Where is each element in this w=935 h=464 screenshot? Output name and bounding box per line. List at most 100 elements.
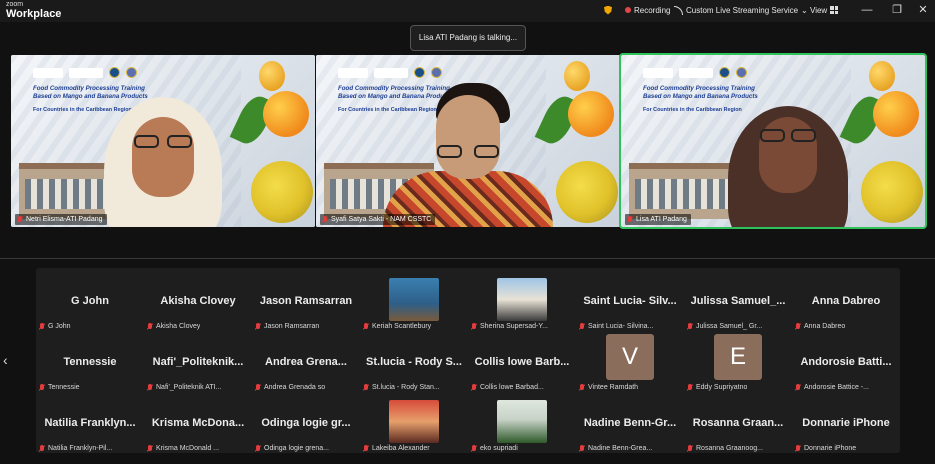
participant-tile[interactable]: Natilia Franklyn... Natilia Franklyn-Pil.… — [36, 394, 144, 455]
participant-display-name: G John — [71, 295, 109, 307]
participant-display-name: Krisma McDona... — [151, 417, 245, 429]
participant-tile[interactable]: Saint Lucia- Silv... Saint Lucia- Silvina… — [576, 272, 684, 333]
muted-mic-icon — [471, 384, 477, 391]
panel-divider[interactable] — [0, 258, 935, 259]
muted-mic-icon — [255, 384, 261, 391]
participant-name-text: Krisma McDonald ... — [156, 445, 220, 452]
participant-name-label: Nafi'_Politeknik ATI... — [147, 382, 221, 393]
participant-tile[interactable]: Akisha Clovey Akisha Clovey — [144, 272, 252, 333]
talking-indicator: Lisa ATI Padang is talking... — [410, 25, 526, 51]
slide-subtitle: For Countries in the Caribbean Region — [33, 107, 132, 113]
view-button[interactable]: View — [810, 4, 839, 16]
participant-video-thumbnail — [389, 278, 439, 321]
participant-tile[interactable]: Sherina Supersad-Y... — [468, 272, 576, 333]
participant-tile[interactable]: Nafi'_Politeknik... Nafi'_Politeknik ATI.… — [144, 333, 252, 394]
view-label: View — [810, 5, 828, 15]
participant-tile[interactable]: St.lucia - Rody S... St.lucia - Rody Stan… — [360, 333, 468, 394]
muted-mic-icon — [687, 445, 693, 452]
participant-display-name: Anna Dabreo — [811, 295, 881, 307]
minimize-button[interactable]: — — [860, 3, 874, 17]
participant-tile[interactable]: Rosanna Graan... Rosanna Graanoog... — [684, 394, 792, 455]
muted-mic-icon — [795, 384, 801, 391]
participant-tile[interactable]: Donnarie iPhone Donnarie iPhone — [792, 394, 900, 455]
muted-mic-icon — [322, 216, 328, 223]
speaker-tile-3-active[interactable]: Food Commodity Processing Training Based… — [619, 53, 927, 229]
participant-tile[interactable]: Anna Dabreo Anna Dabreo — [792, 272, 900, 333]
muted-mic-icon — [147, 384, 153, 391]
participant-tile[interactable]: eko supriadi — [468, 394, 576, 455]
participant-tile[interactable]: Collis lowe Barb... Collis lowe Barbad... — [468, 333, 576, 394]
speaker-name-label: Syafi Satya Sakti - NAM CSSTC — [320, 214, 436, 225]
speaker-tile-1[interactable]: Food Commodity Processing Training Based… — [11, 55, 315, 227]
participant-display-name: Andrea Grena... — [265, 356, 347, 368]
muted-mic-icon — [39, 445, 45, 452]
participant-tile[interactable]: Julissa Samuel_... Julissa Samuel_ Gr... — [684, 272, 792, 333]
participant-tile[interactable]: Nadine Benn-Gr... Nadine Benn-Grea... — [576, 394, 684, 455]
participant-tile[interactable]: E Eddy Supriyatno — [684, 333, 792, 394]
speaker-name-label: Netri Elisma-ATI Padang — [15, 214, 107, 225]
security-shield-button[interactable] — [604, 4, 612, 16]
participant-tile[interactable]: Andrea Grena... Andrea Grenada so — [252, 333, 360, 394]
close-icon: ✕ — [918, 4, 928, 16]
participant-tile[interactable]: Krisma McDona... Krisma McDonald ... — [144, 394, 252, 455]
previous-page-arrow[interactable]: ‹ — [3, 352, 8, 368]
mango-image — [873, 91, 919, 137]
banana-image — [556, 161, 618, 223]
participant-display-name: Jason Ramsarran — [259, 295, 353, 307]
participant-name-text: Nafi'_Politeknik ATI... — [156, 384, 222, 391]
recording-label: Recording — [634, 5, 671, 15]
gallery-grid-icon — [830, 6, 839, 14]
participant-name-label: Collis lowe Barbad... — [471, 382, 544, 393]
participant-tile[interactable]: Odinga logie gr... Odinga logie grena... — [252, 394, 360, 455]
mango-image — [263, 91, 309, 137]
participant-name-label: Akisha Clovey — [147, 321, 200, 332]
participant-name-label: St.lucia - Rody Stan... — [363, 382, 440, 393]
participant-name-text: Keriah Scantlebury — [372, 323, 432, 330]
participant-tile[interactable]: Tennessie Tennessie — [36, 333, 144, 394]
recording-indicator[interactable]: Recording — [625, 4, 670, 16]
participant-video-thumbnail — [497, 278, 547, 321]
slide-logos — [643, 67, 747, 78]
participant-name-label: Odinga logie grena... — [255, 443, 329, 454]
participant-name-text: Eddy Supriyatno — [696, 384, 748, 391]
participant-display-name: St.lucia - Rody S... — [366, 356, 462, 368]
participant-name-label: Tennessie — [39, 382, 80, 393]
shield-icon — [604, 5, 612, 15]
slide-logos — [338, 67, 442, 78]
muted-mic-icon — [579, 445, 585, 452]
participant-tile[interactable]: G John G John — [36, 272, 144, 333]
live-streaming-menu[interactable]: Custom Live Streaming Service ⌄ — [674, 4, 808, 16]
participant-name-text: Donnarie iPhone — [804, 445, 857, 452]
banana-image — [861, 161, 923, 223]
muted-mic-icon — [795, 323, 801, 330]
participant-display-name: Collis lowe Barb... — [474, 356, 570, 368]
speaker-tile-2[interactable]: Food Commodity Processing Training Based… — [316, 55, 620, 227]
participant-display-name: Saint Lucia- Silv... — [583, 295, 677, 307]
muted-mic-icon — [363, 384, 369, 391]
muted-mic-icon — [579, 323, 585, 330]
participant-display-name: Andorosie Batti... — [800, 356, 892, 368]
restore-icon: ❐ — [892, 4, 902, 16]
muted-mic-icon — [363, 323, 369, 330]
participant-tile[interactable]: Keriah Scantlebury — [360, 272, 468, 333]
participant-display-name: Nadine Benn-Gr... — [583, 417, 677, 429]
slide-subtitle: For Countries in the Caribbean Region — [643, 107, 742, 113]
participant-name-label: eko supriadi — [471, 443, 518, 454]
participant-display-name: Julissa Samuel_... — [690, 295, 786, 307]
participant-name-label: Natilia Franklyn-Pil... — [39, 443, 112, 454]
participant-display-name: Akisha Clovey — [160, 295, 236, 307]
building-image — [629, 163, 739, 219]
chevron-down-icon: ⌄ — [801, 5, 808, 15]
streaming-icon — [674, 5, 683, 15]
participant-tile[interactable]: Andorosie Batti... Andorosie Battice -... — [792, 333, 900, 394]
restore-button[interactable]: ❐ — [890, 3, 904, 17]
participant-name-label: Sherina Supersad-Y... — [471, 321, 548, 332]
participant-name-label: Saint Lucia- Silvina... — [579, 321, 653, 332]
participant-tile[interactable]: Jason Ramsarran Jason Ramsarran — [252, 272, 360, 333]
participant-name-label: Krisma McDonald ... — [147, 443, 219, 454]
participant-display-name: Donnarie iPhone — [802, 417, 890, 429]
muted-mic-icon — [39, 384, 45, 391]
participant-tile[interactable]: V Vintee Ramdath — [576, 333, 684, 394]
close-button[interactable]: ✕ — [916, 3, 930, 17]
participant-tile[interactable]: Lakeiba Alexander — [360, 394, 468, 455]
